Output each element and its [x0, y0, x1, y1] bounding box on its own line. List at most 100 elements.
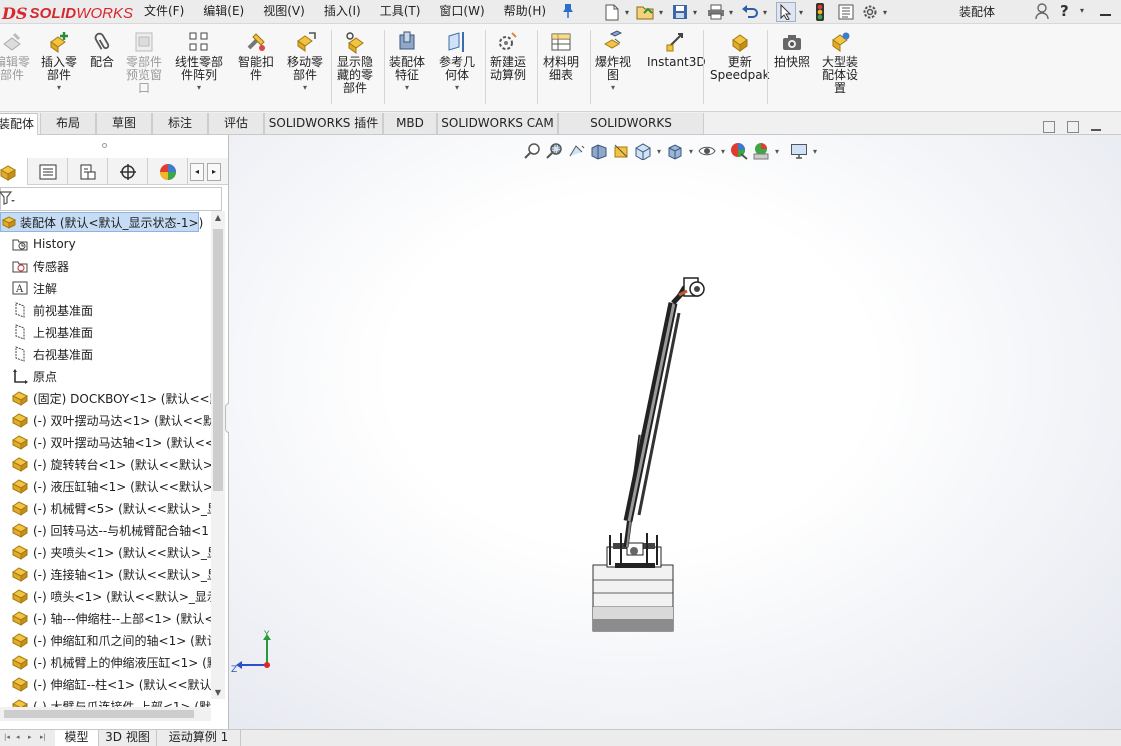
reference-geometry-dropdown-icon[interactable]: ▾: [455, 83, 459, 92]
restore-left-icon[interactable]: [1043, 121, 1055, 133]
tab-evaluate[interactable]: 评估: [208, 113, 264, 134]
first-tab-icon[interactable]: |◂: [4, 733, 13, 743]
graphics-area[interactable]: Y Z: [229, 135, 1121, 729]
tree-filter-field[interactable]: [0, 187, 222, 211]
select-dropdown-icon[interactable]: ▾: [796, 8, 806, 17]
configuration-manager-tab[interactable]: [68, 158, 108, 185]
tree-item[interactable]: (-) 伸缩缸和爪之间的轴<1> (默认: [10, 630, 211, 650]
view-orientation-icon[interactable]: [632, 140, 654, 162]
tree-item[interactable]: (-) 旋转转台<1> (默认<<默认>_: [10, 454, 211, 474]
tree-item[interactable]: (固定) DOCKBOY<1> (默认<<默: [10, 388, 211, 408]
assembly-features-dropdown-icon[interactable]: ▾: [405, 83, 409, 92]
menu-edit[interactable]: 编辑(E): [197, 0, 250, 22]
scroll-thumb[interactable]: [213, 229, 223, 491]
panel-splitter-handle[interactable]: [102, 143, 107, 148]
reference-geometry-button[interactable]: 参考几 何体 ▾: [439, 30, 475, 92]
scroll-down-icon[interactable]: ▼: [213, 688, 223, 697]
hide-show-items-icon[interactable]: [696, 140, 718, 162]
tab-model[interactable]: 模型: [55, 730, 99, 746]
options-gear-icon[interactable]: [860, 2, 880, 22]
component-preview-button[interactable]: 零部件 预览窗 口: [126, 30, 162, 95]
undo-dropdown-icon[interactable]: ▾: [760, 8, 770, 17]
apply-scene-dropdown-icon[interactable]: ▾: [772, 147, 782, 156]
tree-item[interactable]: 上视基准面: [10, 322, 211, 342]
last-tab-icon[interactable]: ▸|: [40, 733, 49, 743]
print-icon[interactable]: [706, 2, 726, 22]
minimize-icon[interactable]: [1100, 14, 1111, 16]
tab-layout[interactable]: 布局: [40, 113, 96, 134]
bill-of-materials-button[interactable]: 材料明 细表: [543, 30, 579, 82]
tab-solidworks-cam[interactable]: SOLIDWORKS CAM: [437, 113, 558, 134]
tree-item[interactable]: (-) 伸缩缸--柱<1> (默认<<默认: [10, 674, 211, 694]
tab-scroll-right-icon[interactable]: ▸: [207, 163, 221, 181]
tree-item[interactable]: (-) 机械臂上的伸缩液压缸<1> (默: [10, 652, 211, 672]
smart-fasteners-button[interactable]: 智能扣 件: [238, 30, 274, 82]
dimxpert-manager-tab[interactable]: [108, 158, 148, 185]
insert-component-dropdown-icon[interactable]: ▾: [57, 83, 61, 92]
move-component-button[interactable]: 移动零 部件 ▾: [287, 30, 323, 92]
tab-3d-views[interactable]: 3D 视图: [99, 730, 157, 746]
save-dropdown-icon[interactable]: ▾: [690, 8, 700, 17]
print-dropdown-icon[interactable]: ▾: [726, 8, 736, 17]
hide-show-dropdown-icon[interactable]: ▾: [718, 147, 728, 156]
feature-manager-tab[interactable]: [0, 158, 28, 185]
exploded-view-button[interactable]: 爆炸视 图 ▾: [595, 30, 631, 92]
next-tab-icon[interactable]: ▸: [28, 733, 37, 743]
prev-tab-icon[interactable]: ◂: [16, 733, 25, 743]
display-style-icon[interactable]: [664, 140, 686, 162]
assembly-features-button[interactable]: 装配体 特征 ▾: [389, 30, 425, 92]
save-icon[interactable]: [670, 2, 690, 22]
linear-pattern-dropdown-icon[interactable]: ▾: [197, 83, 201, 92]
menu-help[interactable]: 帮助(H): [498, 0, 552, 22]
tab-sketch[interactable]: 草图: [96, 113, 152, 134]
panel-minimize-icon[interactable]: [1091, 129, 1101, 131]
tree-item[interactable]: A 注解: [10, 278, 211, 298]
tree-item[interactable]: 前视基准面: [10, 300, 211, 320]
tab-mbd[interactable]: MBD: [383, 113, 437, 134]
instant3d-button[interactable]: Instant3D: [647, 30, 706, 69]
dynamic-annotation-icon[interactable]: [610, 140, 632, 162]
scroll-up-icon[interactable]: ▲: [213, 213, 223, 222]
tree-item[interactable]: 右视基准面: [10, 344, 211, 364]
property-manager-tab[interactable]: [28, 158, 68, 185]
tree-item[interactable]: (-) 连接轴<1> (默认<<默认>_显: [10, 564, 211, 584]
edit-component-button[interactable]: 编辑零 部件: [0, 30, 30, 82]
menu-view[interactable]: 视图(V): [257, 0, 311, 22]
apply-scene-icon[interactable]: [750, 140, 772, 162]
tab-scroll-left-icon[interactable]: ◂: [190, 163, 204, 181]
menu-tools[interactable]: 工具(T): [374, 0, 427, 22]
tree-item[interactable]: 传感器: [10, 256, 211, 276]
zoom-to-fit-icon[interactable]: [522, 140, 544, 162]
exploded-view-dropdown-icon[interactable]: ▾: [611, 83, 615, 92]
filter-funnel-icon[interactable]: [0, 191, 15, 209]
linear-pattern-button[interactable]: 线性零部 件阵列 ▾: [175, 30, 223, 92]
new-document-icon[interactable]: [602, 2, 622, 22]
tree-item[interactable]: (-) 双叶摆动马达轴<1> (默认<<: [10, 432, 211, 452]
undo-icon[interactable]: [740, 2, 760, 22]
move-component-dropdown-icon[interactable]: ▾: [303, 83, 307, 92]
select-pointer-icon[interactable]: [776, 2, 796, 22]
view-orientation-dropdown-icon[interactable]: ▾: [654, 147, 664, 156]
tab-solidworks-inspection[interactable]: SOLIDWORKS Inspection: [558, 113, 704, 150]
tree-horizontal-scrollbar[interactable]: [0, 707, 211, 721]
assembly-model[interactable]: [229, 135, 1121, 729]
view-settings-dropdown-icon[interactable]: ▾: [810, 147, 820, 156]
tree-item[interactable]: (-) 液压缸轴<1> (默认<<默认>_: [10, 476, 211, 496]
take-snapshot-button[interactable]: 拍快照: [774, 30, 810, 69]
display-manager-tab[interactable]: [148, 158, 188, 185]
open-dropdown-icon[interactable]: ▾: [656, 8, 666, 17]
display-style-dropdown-icon[interactable]: ▾: [686, 147, 696, 156]
tree-item[interactable]: 原点: [10, 366, 211, 386]
large-assembly-settings-button[interactable]: 大型装 配体设 置: [822, 30, 858, 95]
tree-vertical-scrollbar[interactable]: ▲ ▼: [211, 211, 225, 699]
tree-root-assembly[interactable]: 装配体 (默认<默认_显示状态-1>): [0, 212, 203, 232]
tree-item[interactable]: History: [10, 234, 211, 254]
menu-file[interactable]: 文件(F): [138, 0, 190, 22]
file-properties-icon[interactable]: [836, 2, 856, 22]
help-icon[interactable]: ?: [1060, 2, 1069, 20]
tree-item[interactable]: (-) 回转马达--与机械臂配合轴<1: [10, 520, 211, 540]
user-account-icon[interactable]: [1035, 3, 1049, 23]
tree-item[interactable]: (-) 大臂与爪连接件-上部<1> (默: [10, 696, 211, 707]
tab-solidworks-addins[interactable]: SOLIDWORKS 插件: [264, 113, 383, 134]
menu-window[interactable]: 窗口(W): [433, 0, 490, 22]
